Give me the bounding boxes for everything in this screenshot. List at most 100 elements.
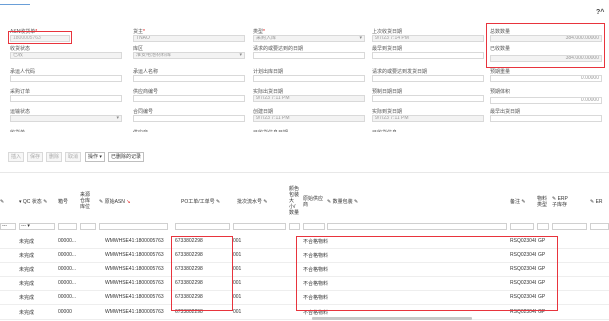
expected-volume-label: 预期体积 <box>490 89 511 95</box>
preset-date-field[interactable] <box>372 95 484 102</box>
delete-button[interactable]: 删除 <box>46 152 63 162</box>
edit-icon: ✎ <box>216 199 221 205</box>
cell-asn: WMWHSE41:1800005763 <box>105 294 164 300</box>
edit-icon: ✎ <box>0 199 5 205</box>
status-label: 收货状态 <box>10 46 31 52</box>
edit-icon: ✎ <box>521 199 526 205</box>
status-field[interactable]: 已收 <box>10 52 122 59</box>
cut-label-1: 收货单 <box>10 129 25 132</box>
filter-line[interactable] <box>58 223 77 230</box>
origin-status-label: 运输状态 <box>10 109 31 115</box>
operations-menu[interactable]: 操作 ▾ <box>85 152 105 162</box>
filter-qc-select[interactable]: --- ▾ <box>19 223 55 230</box>
col-header-line[interactable]: 箱号 <box>58 199 68 205</box>
col-header-erp[interactable]: ✎ ERP子库存 <box>552 196 572 208</box>
col-header-qty[interactable]: ✎ 数量包装 ✎ <box>327 199 358 205</box>
filter-remark[interactable] <box>510 223 534 230</box>
receive-record-button[interactable]: 已删除的记录 <box>108 152 145 162</box>
filter-origin-asn[interactable] <box>99 223 168 230</box>
active-tab-indicator <box>0 4 30 5</box>
col-header-mtype[interactable]: 物料类型 <box>537 196 549 208</box>
collapse-icon[interactable]: ?^ <box>596 9 604 16</box>
filter-erp[interactable] <box>552 223 587 230</box>
col-header-extra[interactable]: ✎ ER <box>590 199 603 205</box>
edit-icon: ✎ <box>99 199 104 205</box>
consignee-label: 承运人代码 <box>10 69 36 75</box>
actual-arrival-label: 实际出货日期 <box>253 89 284 95</box>
expected-date-field[interactable] <box>253 52 365 59</box>
cut-label-2: 供应商 <box>133 129 148 132</box>
cancel-button[interactable]: 取消 <box>65 152 82 162</box>
warehouse-label: 库区 <box>133 46 144 52</box>
filter-edit[interactable]: --- <box>0 223 16 230</box>
filter-raw[interactable] <box>303 223 325 230</box>
row-divider <box>0 319 609 320</box>
preset-date-label: 预制日期日期 <box>372 89 403 95</box>
filter-origin-wh[interactable] <box>80 223 96 230</box>
edit-icon: ✎ <box>263 199 268 205</box>
type-label: 类型* <box>253 29 265 35</box>
plan-ship-field[interactable] <box>253 75 365 82</box>
edit-icon: ✎ <box>327 199 332 205</box>
save-button[interactable]: 保存 <box>27 152 44 162</box>
cut-label-4: 已收货信息 <box>372 129 397 132</box>
carrier-name-field[interactable] <box>133 75 245 82</box>
last-receipt-field[interactable]: 9/7/23 7:14 PM <box>372 35 484 42</box>
latest-arrival-field[interactable] <box>372 52 484 59</box>
col-header-po[interactable]: PO工单/工单号 ✎ <box>181 199 220 205</box>
latest-ship-field[interactable] <box>490 115 602 122</box>
expected-weight-field[interactable]: 0.00000 <box>490 75 602 82</box>
owner-field[interactable]: TNAO <box>133 35 245 42</box>
actual-arrival-field[interactable]: 9/7/23 7:11 PM <box>253 95 365 102</box>
owner-label: 货主* <box>133 29 145 35</box>
filter-extra[interactable] <box>590 223 609 230</box>
cell-asn: WMWHSE41:1800005763 <box>105 266 164 272</box>
consignee-field[interactable] <box>10 75 122 82</box>
filter-po[interactable] <box>175 223 230 230</box>
col-header-origin-wh[interactable]: 来源仓库库位 <box>80 192 94 210</box>
col-header-batch[interactable]: 批次流水号 ✎ <box>237 199 268 205</box>
cell-qc: 未完成 <box>19 295 35 301</box>
expected-weight-label: 预期重量 <box>490 69 511 75</box>
contract-field[interactable] <box>133 115 245 122</box>
actual-receipt-label: 实际到货日期 <box>372 109 403 115</box>
expected-volume-field[interactable]: 0.00000 <box>490 97 602 104</box>
requested-ship-field[interactable] <box>372 75 484 82</box>
cut-label-3: 已收货信息日期 <box>253 129 288 132</box>
contract-label: 合同编号 <box>133 109 154 115</box>
filter-mtype[interactable] <box>537 223 549 230</box>
plan-ship-label: 计划出库日期 <box>253 69 284 75</box>
cell-qc: 未完成 <box>19 281 35 287</box>
create-date-field[interactable]: 9/7/23 7:11 PM <box>253 115 365 122</box>
insert-button[interactable]: 插入 <box>8 152 25 162</box>
supplier-code-field[interactable] <box>133 95 245 102</box>
col-header-color[interactable]: 颜色包装大小/数量 <box>289 186 300 216</box>
origin-status-select[interactable]: ▾ <box>10 115 122 122</box>
expected-date-label: 请求的或要达到的日期 <box>253 46 304 52</box>
warehouse-select[interactable]: 淮安电池材料库 ▾ <box>133 52 245 59</box>
filter-qty[interactable] <box>327 223 507 230</box>
col-header-remark[interactable]: 备注 ✎ <box>510 199 526 205</box>
actual-receipt-field[interactable]: 9/7/23 7:11 PM <box>372 115 484 122</box>
cell-batch: 001 <box>233 309 242 315</box>
latest-arrival-label: 最早到货日期 <box>372 46 403 52</box>
col-header-raw[interactable]: 原始供应商 <box>303 196 325 208</box>
grid-top-divider <box>0 172 609 173</box>
filter-color[interactable] <box>289 223 300 230</box>
filter-icon: ▾ <box>19 199 22 205</box>
type-select[interactable]: 采购入库 ▾ <box>253 35 365 42</box>
col-header-qc[interactable]: ▾ QC 状态 ✎ <box>19 199 47 205</box>
cell-batch: 001 <box>233 238 242 244</box>
chevron-down-icon: ▾ <box>359 35 362 41</box>
cell-line: 00000... <box>58 252 77 258</box>
cell-qc: 未完成 <box>19 253 35 259</box>
asn-highlight <box>8 31 72 44</box>
horizontal-scrollbar[interactable] <box>312 317 472 320</box>
col-header-origin-asn[interactable]: ✎ 原始ASN ↘ <box>99 199 130 205</box>
cell-line: 00000... <box>58 266 77 272</box>
filter-batch[interactable] <box>233 223 286 230</box>
edit-icon: ✎ <box>354 199 359 205</box>
chevron-down-icon: ▾ <box>116 115 119 121</box>
cell-qc: 未完成 <box>19 239 35 245</box>
purchase-order-field[interactable] <box>10 95 122 102</box>
